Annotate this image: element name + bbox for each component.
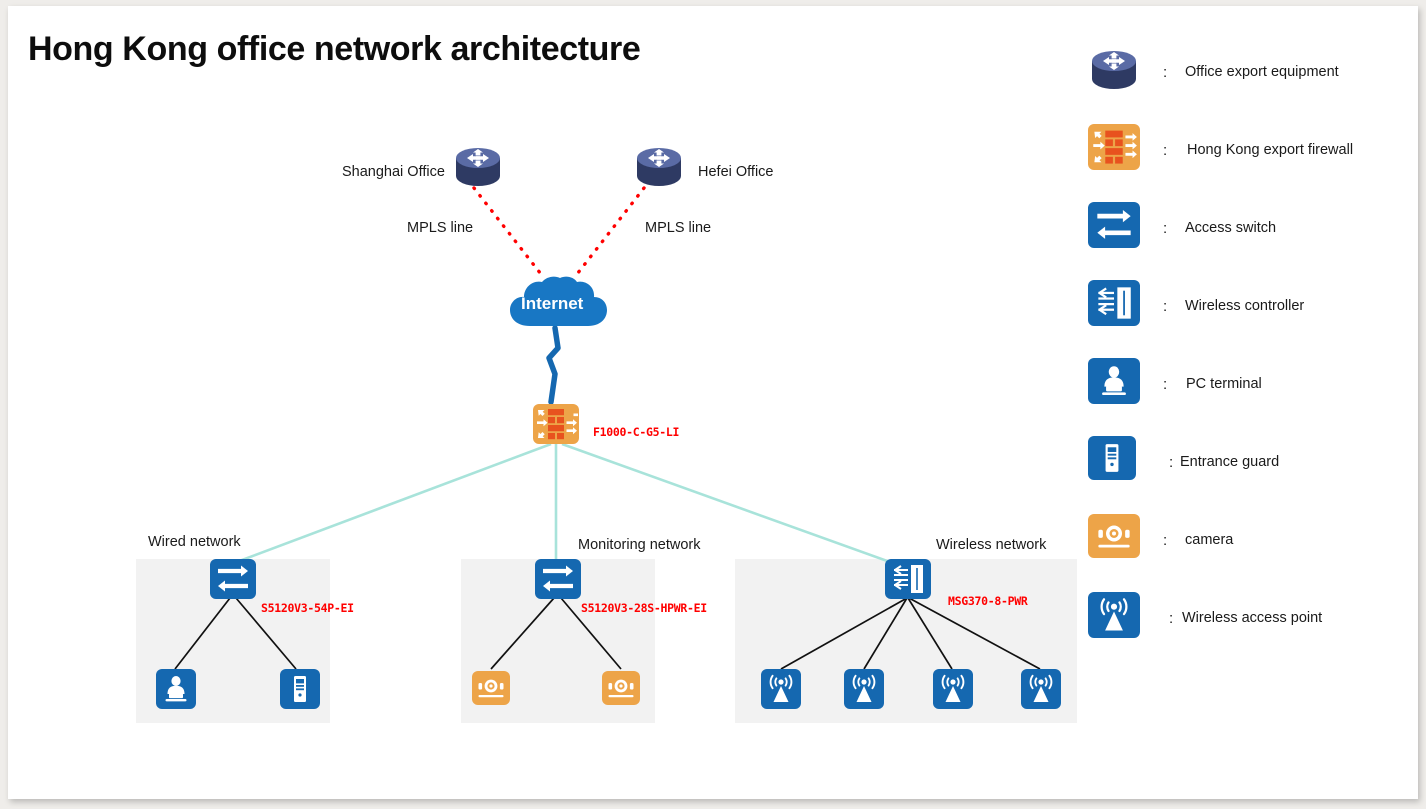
model-label-switch-wired: S5120V3-54P-EI	[261, 601, 354, 615]
legend-item-hong-kong-export-firewall: : Hong Kong export firewall	[1083, 124, 1413, 202]
legend-item-entrance-guard: : Entrance guard	[1083, 436, 1413, 514]
legend-separator: :	[1169, 454, 1174, 471]
firewall-wired-link	[225, 442, 552, 568]
legend-label: Wireless access point	[1182, 610, 1323, 626]
legend-label: Wireless controller	[1185, 298, 1305, 314]
legend-separator: :	[1163, 142, 1168, 159]
internet-firewall-link	[546, 325, 561, 405]
model-label-firewall: F1000-C-G5-LI	[593, 425, 680, 439]
model-label-wireless-controller: MSG370-8-PWR	[948, 594, 1028, 608]
pc-terminal-icon	[1088, 358, 1140, 410]
label-shanghai-office: Shanghai Office	[342, 164, 445, 180]
router-icon	[1088, 46, 1140, 98]
page-title: Hong Kong office network architecture	[28, 30, 641, 68]
label-hefei-office: Hefei Office	[698, 164, 774, 180]
legend-item-access-switch: : Access switch	[1083, 202, 1413, 280]
legend-label: Access switch	[1185, 220, 1277, 236]
legend-separator: :	[1163, 298, 1168, 315]
camera-icon	[472, 671, 510, 705]
access-switch-icon	[535, 559, 581, 599]
legend-separator: :	[1163, 376, 1168, 393]
legend-item-camera: : camera	[1083, 514, 1413, 592]
group-title-monitoring: Monitoring network	[578, 537, 701, 553]
legend-item-wireless-controller: : Wireless controller	[1083, 280, 1413, 358]
node-hefei-office[interactable]	[633, 144, 685, 195]
firewall-icon	[1088, 124, 1140, 176]
wireless-access-point-icon	[933, 669, 973, 709]
camera-icon	[1088, 514, 1140, 566]
legend-item-office-export-equipment: : Office export equipment	[1083, 46, 1413, 124]
access-switch-icon	[1088, 202, 1140, 254]
node-shanghai-office[interactable]	[452, 144, 504, 195]
mpls-link-shanghai	[472, 186, 546, 280]
wireless-access-point-icon	[1088, 592, 1140, 644]
wireless-controller-icon	[1088, 280, 1140, 332]
legend-label: camera	[1185, 532, 1234, 548]
pc-terminal-icon	[156, 669, 196, 709]
legend-label: Hong Kong export firewall	[1187, 142, 1354, 158]
wireless-access-point-icon	[761, 669, 801, 709]
legend-label: Office export equipment	[1185, 64, 1339, 80]
legend-label: PC terminal	[1186, 376, 1262, 392]
diagram-canvas: Hong Kong office network architecture Sh…	[8, 6, 1418, 799]
label-mpls-shanghai: MPLS line	[407, 220, 474, 236]
label-mpls-hefei: MPLS line	[645, 220, 712, 236]
wireless-access-point-icon	[844, 669, 884, 709]
mpls-link-hefei	[572, 186, 646, 280]
group-title-wireless: Wireless network	[936, 537, 1047, 553]
legend-item-pc-terminal: : PC terminal	[1083, 358, 1413, 436]
entrance-guard-icon	[1088, 436, 1140, 488]
label-internet: Internet	[521, 294, 584, 313]
access-switch-icon	[210, 559, 256, 599]
group-title-wired: Wired network	[148, 534, 241, 550]
router-icon	[456, 148, 500, 186]
model-label-switch-monitoring: S5120V3-28S-HPWR-EI	[581, 601, 707, 615]
firewall-icon	[533, 404, 579, 444]
legend-separator: :	[1163, 64, 1168, 81]
legend-label: Entrance guard	[1180, 454, 1280, 470]
legend-item-wireless-access-point: : Wireless access point	[1083, 592, 1413, 670]
router-icon	[637, 148, 681, 186]
camera-icon	[602, 671, 640, 705]
entrance-guard-icon	[280, 669, 320, 709]
legend-separator: :	[1163, 220, 1168, 237]
legend-separator: :	[1163, 532, 1168, 549]
wireless-access-point-icon	[1021, 669, 1061, 709]
legend: : Office export equipment: Hong Kong ex…	[1083, 46, 1413, 670]
legend-separator: :	[1169, 610, 1174, 627]
wireless-controller-icon	[885, 559, 931, 599]
